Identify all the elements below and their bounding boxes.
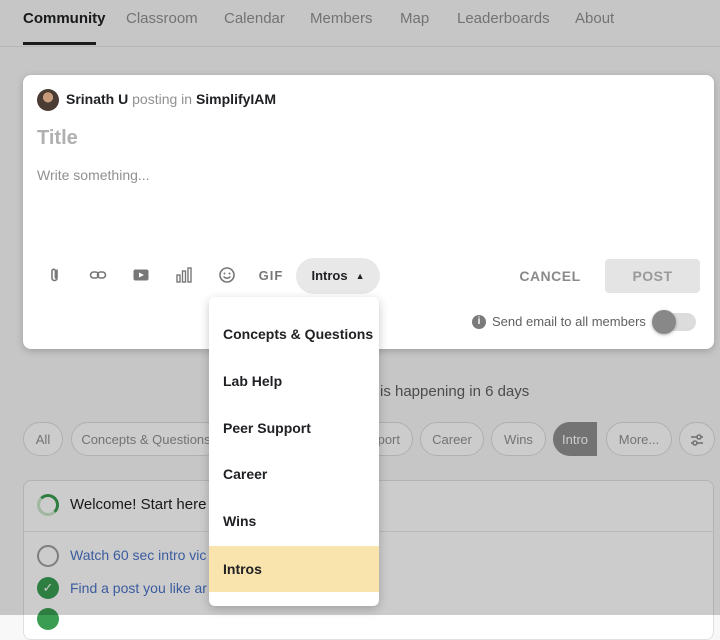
email-members-label: Send email to all members	[492, 314, 646, 329]
category-select-label: Intros	[311, 268, 348, 283]
cancel-button[interactable]: CANCEL	[510, 259, 590, 293]
poll-button[interactable]	[171, 262, 197, 288]
video-icon	[133, 269, 149, 281]
posting-in-label: posting in	[132, 91, 193, 107]
avatar	[37, 89, 59, 111]
author-name[interactable]: Srinath U	[66, 91, 128, 107]
gif-button[interactable]: GIF	[257, 262, 285, 288]
gif-icon: GIF	[258, 267, 284, 283]
category-dropdown: Concepts & Questions Lab Help Peer Suppo…	[209, 297, 379, 606]
chevron-up-icon: ▲	[355, 271, 365, 281]
link-icon	[89, 271, 107, 279]
post-button[interactable]: POST	[605, 259, 700, 293]
emoji-button[interactable]	[214, 262, 240, 288]
dropdown-option-peer-support[interactable]: Peer Support	[209, 405, 379, 451]
category-select-button[interactable]: Intros ▲	[296, 258, 380, 294]
attachment-icon	[51, 268, 58, 282]
attach-button[interactable]	[42, 262, 68, 288]
email-toggle-knob[interactable]	[652, 310, 676, 334]
link-button[interactable]	[85, 262, 111, 288]
group-name[interactable]: SimplifyIAM	[196, 91, 276, 107]
dropdown-option-lab-help[interactable]: Lab Help	[209, 358, 379, 404]
dropdown-option-wins[interactable]: Wins	[209, 498, 379, 544]
info-icon[interactable]: i	[472, 315, 486, 329]
title-input[interactable]: Title	[37, 127, 78, 150]
dropdown-option-career[interactable]: Career	[209, 451, 379, 497]
body-input[interactable]: Write something...	[37, 167, 150, 183]
dropdown-option-intros[interactable]: Intros	[209, 546, 379, 592]
poll-icon	[176, 267, 192, 283]
video-button[interactable]	[128, 262, 154, 288]
emoji-icon	[219, 267, 235, 283]
dropdown-option-concepts-questions[interactable]: Concepts & Questions	[209, 311, 379, 357]
author-line: Srinath U posting in SimplifyIAM	[66, 91, 276, 107]
